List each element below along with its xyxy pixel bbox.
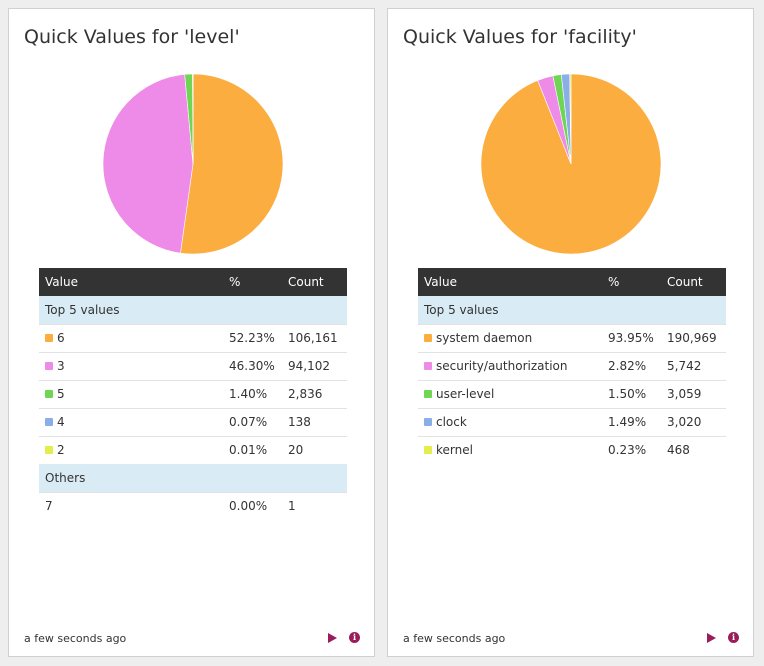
header-count: Count — [661, 268, 726, 296]
pie-slice-3[interactable] — [102, 74, 194, 254]
row-count: 190,969 — [661, 323, 726, 352]
legend-swatch — [424, 390, 432, 398]
header-value: Value — [39, 268, 223, 296]
row-value: 4 — [57, 415, 65, 429]
row-value-cell: security/authorization — [418, 351, 602, 380]
legend-swatch — [45, 390, 53, 398]
row-count: 106,161 — [282, 323, 347, 352]
header-percent: % — [223, 268, 282, 296]
row-value: 3 — [57, 359, 65, 373]
row-value-cell: 6 — [39, 323, 223, 352]
row-count: 468 — [661, 435, 726, 464]
row-value-cell: 3 — [39, 351, 223, 380]
row-count: 3,020 — [661, 407, 726, 436]
row-value-cell: 2 — [39, 435, 223, 464]
widget-actions: i — [707, 632, 739, 643]
table-row: kernel 0.23% 468 — [418, 435, 726, 464]
row-percent: 46.30% — [223, 351, 282, 380]
row-value-cell: user-level — [418, 379, 602, 408]
header-count: Count — [282, 268, 347, 296]
table-row: 5 1.40% 2,836 — [39, 379, 347, 408]
legend-swatch — [45, 362, 53, 370]
row-percent: 93.95% — [602, 323, 661, 352]
table-row: 7 0.00% 1 — [39, 491, 347, 520]
row-count: 1 — [282, 491, 347, 520]
legend-swatch — [424, 446, 432, 455]
row-count: 20 — [282, 435, 347, 464]
legend-swatch — [424, 418, 432, 426]
group-row-top: Top 5 values — [418, 295, 726, 324]
row-percent: 0.00% — [223, 491, 282, 520]
row-percent: 0.01% — [223, 435, 282, 464]
widget-actions: i — [328, 632, 360, 643]
widget-facility: Quick Values for 'facility' Value % Coun… — [387, 8, 754, 657]
row-value: kernel — [436, 443, 473, 458]
row-count: 138 — [282, 407, 347, 436]
row-percent: 52.23% — [223, 323, 282, 352]
legend-swatch — [45, 446, 53, 454]
row-value: 7 — [39, 491, 223, 520]
table-row: 6 52.23% 106,161 — [39, 323, 347, 352]
group-row-top: Top 5 values — [39, 295, 347, 324]
row-value: security/authorization — [436, 359, 568, 373]
row-value: user-level — [436, 387, 495, 401]
table-header-row: Value % Count — [39, 268, 347, 296]
row-value: 6 — [57, 331, 65, 345]
table-row: system daemon 93.95% 190,969 — [418, 323, 726, 352]
pie-chart-facility — [480, 73, 662, 255]
table-row: 2 0.01% 20 — [39, 435, 347, 464]
play-icon[interactable] — [328, 632, 337, 643]
table-row: security/authorization 2.82% 5,742 — [418, 351, 726, 380]
row-value-cell: clock — [418, 407, 602, 436]
table-row: clock 1.49% 3,020 — [418, 407, 726, 436]
table-row: 4 0.07% 138 — [39, 407, 347, 436]
group-row-others: Others — [39, 463, 347, 492]
last-updated: a few seconds ago — [24, 632, 127, 645]
play-icon[interactable] — [707, 632, 716, 643]
table-header-row: Value % Count — [418, 268, 726, 296]
row-percent: 1.49% — [602, 407, 661, 436]
row-value: 2 — [57, 443, 65, 457]
row-count: 94,102 — [282, 351, 347, 380]
group-label: Top 5 values — [418, 295, 726, 324]
info-icon[interactable]: i — [349, 632, 360, 643]
row-percent: 1.50% — [602, 379, 661, 408]
row-percent: 1.40% — [223, 379, 282, 408]
row-value-cell: 5 — [39, 379, 223, 408]
row-value-cell: kernel — [418, 435, 602, 464]
widget-title: Quick Values for 'level' — [24, 26, 240, 48]
row-percent: 2.82% — [602, 351, 661, 380]
legend-swatch — [45, 334, 53, 342]
quick-values-table: Value % Count Top 5 values system daemon… — [418, 268, 726, 464]
row-percent: 0.07% — [223, 407, 282, 436]
row-value: system daemon — [436, 331, 533, 345]
quick-values-table: Value % Count Top 5 values 6 52.23% 106,… — [39, 268, 347, 520]
last-updated: a few seconds ago — [403, 632, 506, 645]
row-percent: 0.23% — [602, 435, 661, 464]
row-value-cell: 4 — [39, 407, 223, 436]
pie-slice-6[interactable] — [180, 73, 284, 255]
pie-chart-level — [102, 73, 284, 255]
row-value: clock — [436, 415, 467, 429]
table-row: 3 46.30% 94,102 — [39, 351, 347, 380]
header-percent: % — [602, 268, 661, 296]
row-value: 5 — [57, 387, 65, 401]
widget-title: Quick Values for 'facility' — [403, 26, 637, 48]
row-count: 3,059 — [661, 379, 726, 408]
row-value-cell: system daemon — [418, 323, 602, 352]
group-label: Top 5 values — [39, 295, 347, 324]
group-label: Others — [39, 463, 347, 492]
legend-swatch — [424, 334, 432, 342]
row-count: 2,836 — [282, 379, 347, 408]
legend-swatch — [45, 418, 53, 426]
widget-level: Quick Values for 'level' Value % Count T… — [8, 8, 375, 657]
legend-swatch — [424, 362, 432, 370]
info-icon[interactable]: i — [728, 632, 739, 643]
row-count: 5,742 — [661, 351, 726, 380]
header-value: Value — [418, 268, 602, 296]
table-row: user-level 1.50% 3,059 — [418, 379, 726, 408]
